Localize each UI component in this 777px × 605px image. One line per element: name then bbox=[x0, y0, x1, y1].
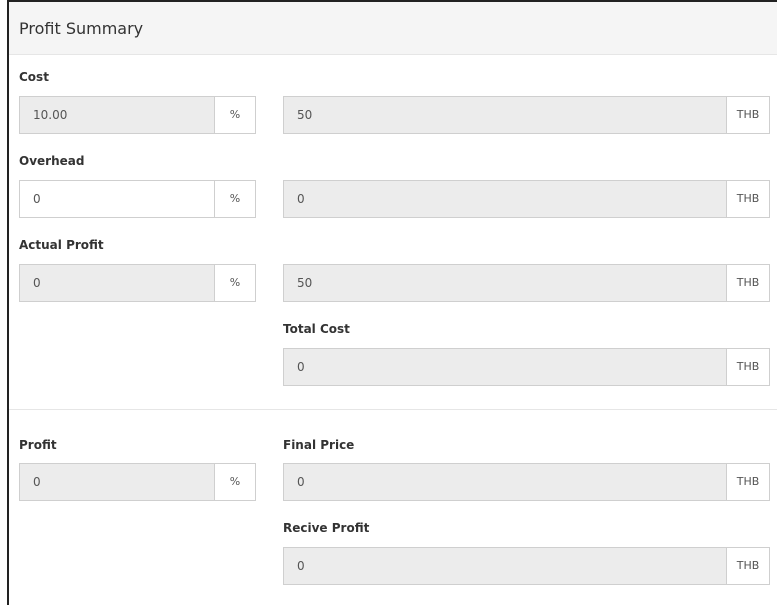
profit-label: Profit bbox=[19, 438, 57, 452]
cost-percent-unit: % bbox=[214, 96, 256, 134]
recive-profit-unit: THB bbox=[726, 547, 770, 585]
recive-profit-field[interactable]: 0 bbox=[283, 547, 726, 585]
total-cost-label: Total Cost bbox=[283, 322, 350, 336]
actual-profit-percent-unit: % bbox=[214, 264, 256, 302]
cost-percent-field[interactable]: 10.00 bbox=[19, 96, 214, 134]
cost-amount-field[interactable]: 50 bbox=[283, 96, 726, 134]
actual-profit-amount-group: 50 THB bbox=[283, 264, 770, 302]
panel-header: Profit Summary bbox=[9, 2, 777, 55]
overhead-percent-unit: % bbox=[214, 180, 256, 218]
cost-amount-unit: THB bbox=[726, 96, 770, 134]
actual-profit-amount-field[interactable]: 50 bbox=[283, 264, 726, 302]
profit-percent-field[interactable]: 0 bbox=[19, 463, 214, 501]
final-price-label: Final Price bbox=[283, 438, 355, 452]
overhead-percent-input[interactable]: 0 bbox=[19, 180, 214, 218]
overhead-amount-unit: THB bbox=[726, 180, 770, 218]
cost-percent-group: 10.00 % bbox=[19, 96, 256, 134]
final-price-group: 0 THB bbox=[283, 463, 770, 501]
actual-profit-label: Actual Profit bbox=[19, 238, 104, 252]
final-price-field[interactable]: 0 bbox=[283, 463, 726, 501]
cost-label: Cost bbox=[19, 70, 49, 84]
overhead-amount-group: 0 THB bbox=[283, 180, 770, 218]
total-cost-field[interactable]: 0 bbox=[283, 348, 726, 386]
total-cost-group: 0 THB bbox=[283, 348, 770, 386]
section-divider bbox=[9, 409, 777, 410]
overhead-amount-field[interactable]: 0 bbox=[283, 180, 726, 218]
recive-profit-group: 0 THB bbox=[283, 547, 770, 585]
overhead-percent-group: 0 % bbox=[19, 180, 256, 218]
final-price-unit: THB bbox=[726, 463, 770, 501]
profit-percent-group: 0 % bbox=[19, 463, 256, 501]
actual-profit-percent-group: 0 % bbox=[19, 264, 256, 302]
profit-percent-unit: % bbox=[214, 463, 256, 501]
total-cost-unit: THB bbox=[726, 348, 770, 386]
actual-profit-amount-unit: THB bbox=[726, 264, 770, 302]
cost-amount-group: 50 THB bbox=[283, 96, 770, 134]
actual-profit-percent-field[interactable]: 0 bbox=[19, 264, 214, 302]
profit-summary-panel: Profit Summary Cost 10.00 % 50 THB Overh… bbox=[7, 0, 777, 605]
panel-title: Profit Summary bbox=[19, 19, 144, 38]
overhead-label: Overhead bbox=[19, 154, 85, 168]
recive-profit-label: Recive Profit bbox=[283, 521, 370, 535]
